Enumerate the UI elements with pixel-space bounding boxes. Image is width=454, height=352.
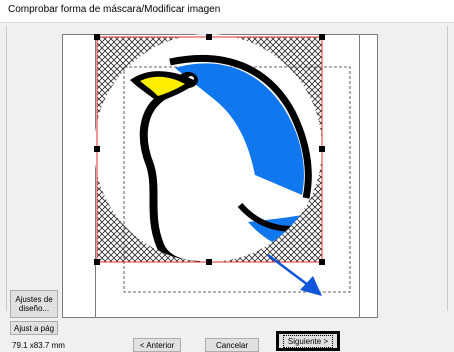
next-label: Siguiente > xyxy=(282,334,334,348)
size-readout: 79.1 x83.7 mm xyxy=(12,341,65,350)
handle-right xyxy=(319,146,325,152)
cancel-label: Cancelar xyxy=(215,340,248,350)
handle-left xyxy=(94,146,100,152)
design-settings-label: Ajustes de diseño... xyxy=(15,295,53,313)
handle-bottom-right xyxy=(319,259,325,265)
handle-top-left xyxy=(94,34,100,40)
design-settings-button[interactable]: Ajustes de diseño... xyxy=(10,290,58,318)
next-button[interactable]: Siguiente > xyxy=(276,331,340,351)
fit-page-button[interactable]: Ajust a pág xyxy=(10,321,58,335)
previous-label: < Anterior xyxy=(139,340,175,350)
mask-preview-graphic xyxy=(94,34,351,296)
handle-top-right xyxy=(319,34,325,40)
handle-bottom-left xyxy=(94,259,100,265)
fit-page-label: Ajust a pág xyxy=(13,323,55,333)
handle-bottom xyxy=(206,259,212,265)
handle-top xyxy=(206,34,212,40)
